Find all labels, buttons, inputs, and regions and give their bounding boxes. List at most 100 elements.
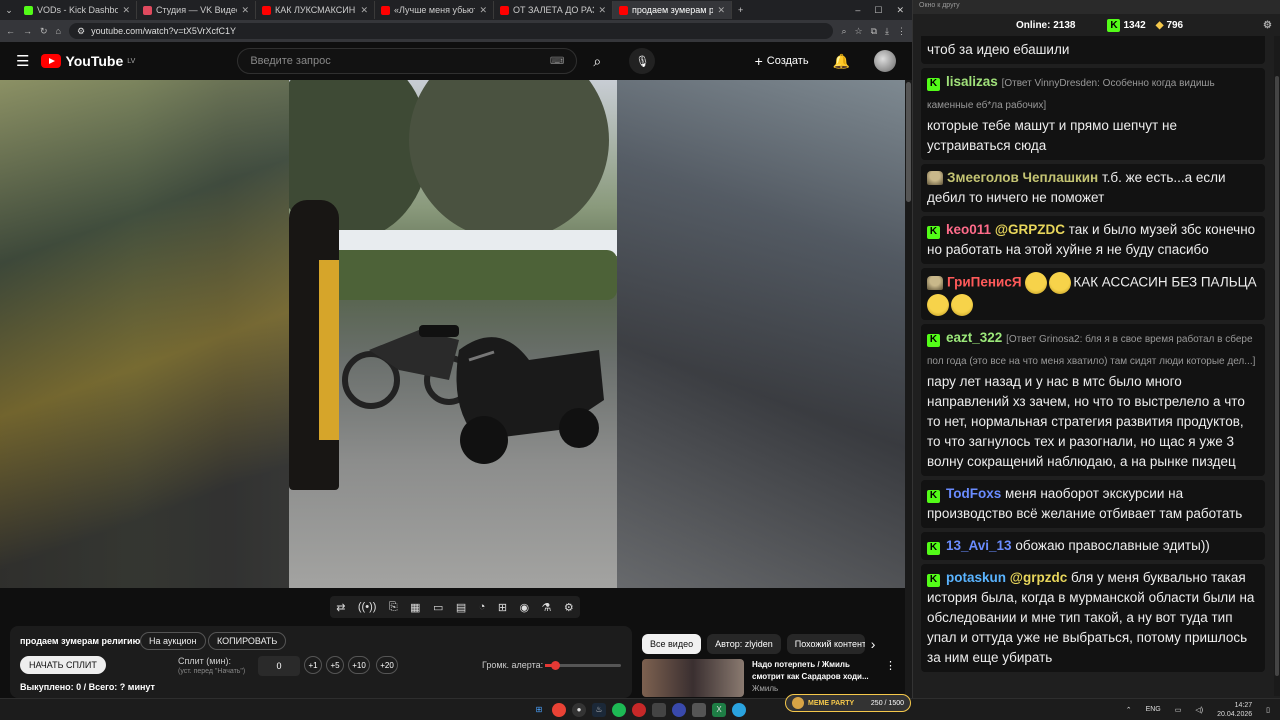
start-split-button[interactable]: НАЧАТЬ СПЛИТ (20, 656, 106, 674)
recommendation-item[interactable]: Надо потерпеть / Жмиль смотрит как Сарда… (642, 659, 904, 697)
network-icon[interactable]: ▭ (1175, 706, 1182, 714)
chrome-icon[interactable] (552, 702, 566, 717)
repeat-icon[interactable]: ⇄ (336, 601, 345, 614)
hamburger-icon[interactable]: ☰ (16, 52, 29, 70)
create-button[interactable]: + Создать (755, 53, 809, 69)
tab-close-icon[interactable]: ✕ (479, 5, 487, 16)
chat-username[interactable]: lisalizas (946, 74, 998, 89)
add-20-button[interactable]: +20 (376, 656, 398, 674)
more-options-icon[interactable]: ⋮ (885, 659, 896, 697)
youtube-logo[interactable]: YouTube LV (41, 53, 135, 69)
minimize-icon[interactable]: – (855, 5, 860, 16)
split-minutes-input[interactable]: 0 (258, 656, 300, 676)
settings-icon[interactable]: ⚙ (1263, 20, 1272, 31)
chat-scrollbar[interactable] (1274, 36, 1280, 696)
add-5-button[interactable]: +5 (326, 656, 344, 674)
app-icon[interactable] (652, 702, 666, 717)
chevron-right-icon[interactable]: › (871, 634, 876, 654)
notifications-icon[interactable]: ▯ (1266, 706, 1270, 714)
home-icon[interactable]: ⌂ (56, 26, 61, 36)
spotify-icon[interactable] (612, 702, 626, 717)
tray-chevron-icon[interactable]: ⌃ (1126, 706, 1132, 714)
speed-icon[interactable]: ◔ (479, 601, 486, 613)
chip-all-videos[interactable]: Все видео (642, 634, 702, 654)
obs-icon[interactable]: ● (572, 702, 586, 717)
telegram-icon[interactable] (732, 702, 746, 717)
tab-close-icon[interactable]: ✕ (241, 5, 249, 16)
chat-mention[interactable]: @grpzdc (1010, 570, 1067, 585)
film-icon[interactable]: ▦ (410, 601, 420, 614)
excel-icon[interactable]: X (712, 702, 726, 717)
bell-icon[interactable]: 🔔 (833, 53, 850, 70)
mic-icon[interactable]: 🎙 (629, 48, 656, 74)
clip-icon[interactable]: ⎘ (389, 601, 398, 614)
new-tab-button[interactable]: + (732, 5, 749, 15)
chip-similar[interactable]: Похожий контент (786, 634, 865, 654)
gamepad-icon[interactable] (692, 702, 706, 717)
chat-mention[interactable]: @GRPZDC (995, 222, 1065, 237)
bought-status: Выкуплено: 0 / Всего: ? минут (20, 682, 155, 692)
miniplayer-icon[interactable]: ▭ (433, 601, 443, 614)
browser-tab[interactable]: Студия — VK Видео Live ✕ (137, 1, 256, 19)
chat-username[interactable]: Змееголов Чеплашкин (947, 170, 1098, 185)
tab-close-icon[interactable]: ✕ (360, 5, 368, 16)
player-app-icon[interactable] (672, 702, 686, 717)
menu-icon[interactable]: ⋮ (897, 26, 906, 37)
chat-username[interactable]: ГриПенисЯ (947, 275, 1022, 290)
browser-tab[interactable]: «Лучше меня убьют, чем на н ✕ (375, 1, 494, 19)
screenshot-icon[interactable]: ◉ (519, 601, 529, 614)
browser-tab[interactable]: КАК ЛУКСМАКСИНГ СДЕЛАЛ✕ (256, 1, 375, 19)
zoom-icon[interactable]: ⌕ (841, 26, 846, 37)
opera-icon[interactable] (632, 702, 646, 717)
video-player[interactable] (0, 80, 905, 588)
download-icon[interactable]: ⤓ (885, 26, 889, 37)
tab-search-icon[interactable]: ⌄ (0, 5, 18, 16)
avatar[interactable] (874, 50, 896, 72)
chat-username[interactable]: keo011 (946, 222, 991, 237)
meme-party-widget[interactable]: MEME PARTY 250 / 1500 (785, 694, 911, 712)
search-button[interactable]: ⌕ (577, 48, 617, 74)
search-input[interactable]: Введите запрос ⌨ (237, 48, 578, 74)
chat-username[interactable]: potaskun (946, 570, 1006, 585)
page-scrollbar[interactable] (905, 80, 912, 698)
lab-icon[interactable]: ⚗ (542, 601, 552, 614)
chat-username[interactable]: 13_Avi_13 (946, 538, 1012, 553)
browser-tab[interactable]: VODs - Kick Dashboard ✕ (18, 1, 137, 19)
add-10-button[interactable]: +10 (348, 656, 370, 674)
chip-author[interactable]: Автор: zlyiden (707, 634, 781, 654)
keyboard-icon[interactable]: ⌨ (550, 56, 564, 67)
chat-username[interactable]: TodFoxs (946, 486, 1001, 501)
tab-close-icon[interactable]: ✕ (122, 5, 130, 16)
live-icon[interactable]: ((•)) (358, 601, 377, 613)
add-1-button[interactable]: +1 (304, 656, 322, 674)
taskbar-icons: ⊞ ● ♨ X (532, 702, 746, 717)
alert-volume-slider[interactable] (545, 661, 621, 670)
steam-icon[interactable]: ♨ (592, 702, 606, 717)
auction-button[interactable]: На аукцион (140, 632, 206, 650)
add-icon[interactable]: ⊞ (498, 601, 507, 614)
site-info-icon[interactable]: ⚙ (77, 26, 85, 37)
close-window-icon[interactable]: ✕ (896, 5, 904, 16)
recommendation-thumbnail[interactable] (642, 659, 744, 697)
reload-icon[interactable]: ↻ (40, 26, 48, 37)
back-icon[interactable]: ← (6, 26, 15, 36)
alert-volume-knob[interactable] (550, 661, 560, 670)
volume-icon[interactable]: ◁) (1195, 706, 1203, 714)
bookmark-star-icon[interactable]: ☆ (855, 26, 863, 37)
chat-messages: чтоб за идею ебашили Klisalizas [Ответ V… (913, 36, 1273, 696)
tab-close-icon[interactable]: ✕ (598, 5, 606, 16)
forward-icon[interactable]: → (23, 26, 32, 36)
browser-tab[interactable]: продаем зумерам религи ✕ (613, 1, 732, 19)
browser-tab[interactable]: ОТ ЗАЛЕТА ДО РАЗВОДА: пон ✕ (494, 1, 613, 19)
maximize-icon[interactable]: ☐ (874, 5, 882, 16)
start-icon[interactable]: ⊞ (532, 703, 546, 717)
settings-icon[interactable]: ⚙ (564, 601, 574, 614)
clock[interactable]: 14:27 20.04.2026 (1217, 701, 1252, 719)
chat-username[interactable]: eazt_322 (946, 330, 1002, 345)
copy-button[interactable]: КОПИРОВАТЬ (208, 632, 287, 650)
address-input[interactable]: ⚙ youtube.com/watch?v=tX5VrXcfC1Y (68, 23, 834, 39)
language-indicator[interactable]: ENG (1146, 706, 1161, 713)
extensions-icon[interactable]: ⧉ (871, 26, 877, 37)
theater-icon[interactable]: ▤ (456, 601, 466, 614)
tab-close-icon[interactable]: ✕ (717, 5, 725, 16)
